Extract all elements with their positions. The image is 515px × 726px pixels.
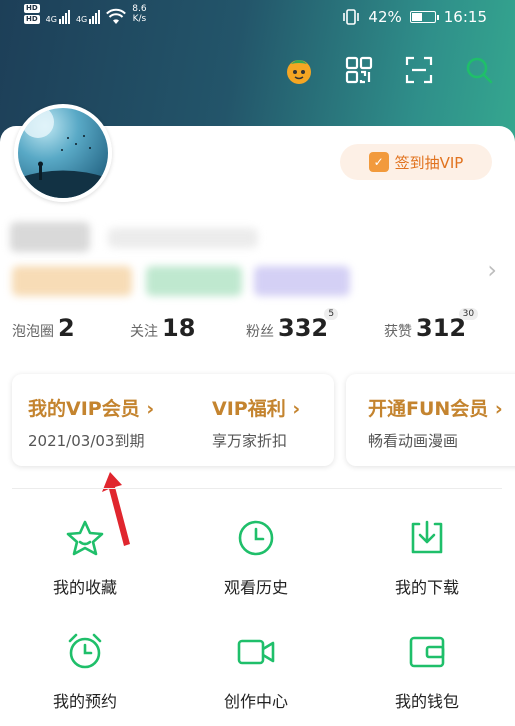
- network-speed-value: 8.6: [132, 4, 147, 14]
- stat-badge: 5: [324, 308, 339, 320]
- menu-favorites[interactable]: 我的收藏: [10, 518, 160, 598]
- stat-value: 332: [278, 314, 329, 342]
- hd-indicators: HD HD: [24, 4, 40, 24]
- fun-vip-sub: 畅看动画漫画: [368, 432, 459, 450]
- signal-2-label: 4G: [75, 15, 88, 24]
- chevron-right-icon[interactable]: ›: [487, 256, 497, 284]
- network-speed-unit: K/s: [132, 14, 147, 24]
- menu-label: 我的预约: [52, 692, 117, 711]
- stats-row: 泡泡圈 2 关注 18 粉丝 332 5 获赞 312 30: [0, 308, 515, 356]
- signal-1: 4G: [46, 4, 70, 24]
- hd-badge-2: HD: [24, 15, 40, 24]
- menu-label: 我的收藏: [52, 578, 117, 597]
- star-icon: [66, 520, 104, 556]
- video-camera-icon: [237, 639, 275, 665]
- qr-code-icon[interactable]: [343, 54, 375, 86]
- stat-value: 18: [162, 314, 196, 342]
- top-toolbar: [283, 54, 495, 86]
- clock: 16:15: [443, 8, 487, 26]
- my-vip-link[interactable]: 我的VIP会员 ›: [28, 394, 154, 421]
- vip-expiry: 2021/03/03到期: [28, 432, 145, 450]
- menu-wallet[interactable]: 我的钱包: [352, 632, 502, 712]
- signal-bars-2-icon: [89, 8, 101, 24]
- stat-label: 泡泡圈: [12, 324, 54, 340]
- download-icon: [411, 520, 443, 554]
- vip-welfare-link[interactable]: VIP福利 ›: [212, 394, 300, 421]
- signal-bars-1-icon: [58, 8, 70, 24]
- mascot-icon[interactable]: [283, 54, 315, 86]
- battery-icon: [409, 11, 439, 23]
- menu-reservations[interactable]: 我的预约: [10, 632, 160, 712]
- stat-value: 312: [416, 314, 467, 342]
- menu-history[interactable]: 观看历史: [181, 518, 331, 598]
- stat-likes[interactable]: 获赞 312 30: [384, 308, 479, 342]
- menu-downloads[interactable]: 我的下载: [352, 518, 502, 598]
- stat-badge: 30: [458, 308, 479, 320]
- battery-fill: [411, 13, 422, 21]
- tag-redacted-3: [254, 266, 350, 296]
- user-id-redacted: [108, 228, 258, 248]
- checkin-vip-button[interactable]: ✓ 签到抽VIP: [340, 144, 492, 180]
- alarm-icon: [68, 633, 102, 669]
- stat-bubble-circle[interactable]: 泡泡圈 2: [12, 314, 75, 342]
- status-bar: HD HD 4G 4G 8.6 K/s 42% 16:15: [0, 0, 515, 36]
- calendar-check-icon: ✓: [368, 152, 389, 172]
- checkin-label: 签到抽VIP: [394, 153, 464, 172]
- battery-percent: 42%: [368, 8, 402, 26]
- menu-label: 我的钱包: [394, 692, 459, 711]
- stat-label: 关注: [130, 324, 158, 340]
- username-redacted: [10, 222, 90, 252]
- clock-icon: [238, 520, 274, 556]
- stat-label: 粉丝: [246, 324, 274, 340]
- tag-redacted-2: [146, 266, 242, 296]
- stat-following[interactable]: 关注 18: [130, 314, 195, 342]
- signal-1-label: 4G: [45, 15, 57, 24]
- hd-badge-1: HD: [24, 4, 40, 13]
- menu-label: 我的下载: [394, 578, 459, 597]
- stat-value: 2: [58, 314, 75, 342]
- section-divider: [12, 488, 502, 489]
- vip-welfare-sub: 享万家折扣: [212, 432, 288, 450]
- scan-icon[interactable]: [403, 54, 435, 86]
- status-right: 42% 16:15: [342, 8, 487, 26]
- search-icon[interactable]: [463, 54, 495, 86]
- stat-followers[interactable]: 粉丝 332 5: [246, 308, 339, 342]
- stat-label: 获赞: [384, 324, 412, 340]
- menu-label: 创作中心: [223, 692, 288, 711]
- network-speed: 8.6 K/s: [132, 4, 146, 24]
- avatar[interactable]: [14, 104, 112, 202]
- tag-redacted-1: [12, 266, 132, 296]
- vip-section: 我的VIP会员 › 2021/03/03到期 VIP福利 › 享万家折扣 开通F…: [12, 374, 515, 466]
- signal-2: 4G: [75, 4, 101, 24]
- wifi-icon: [106, 8, 127, 24]
- status-left: HD HD 4G 4G 8.6 K/s: [24, 4, 147, 26]
- wallet-icon: [409, 636, 445, 668]
- fun-vip-link[interactable]: 开通FUN会员 ›: [368, 394, 503, 421]
- vibrate-icon: [343, 9, 360, 25]
- menu-label: 观看历史: [223, 578, 288, 597]
- menu-creator-center[interactable]: 创作中心: [181, 632, 331, 712]
